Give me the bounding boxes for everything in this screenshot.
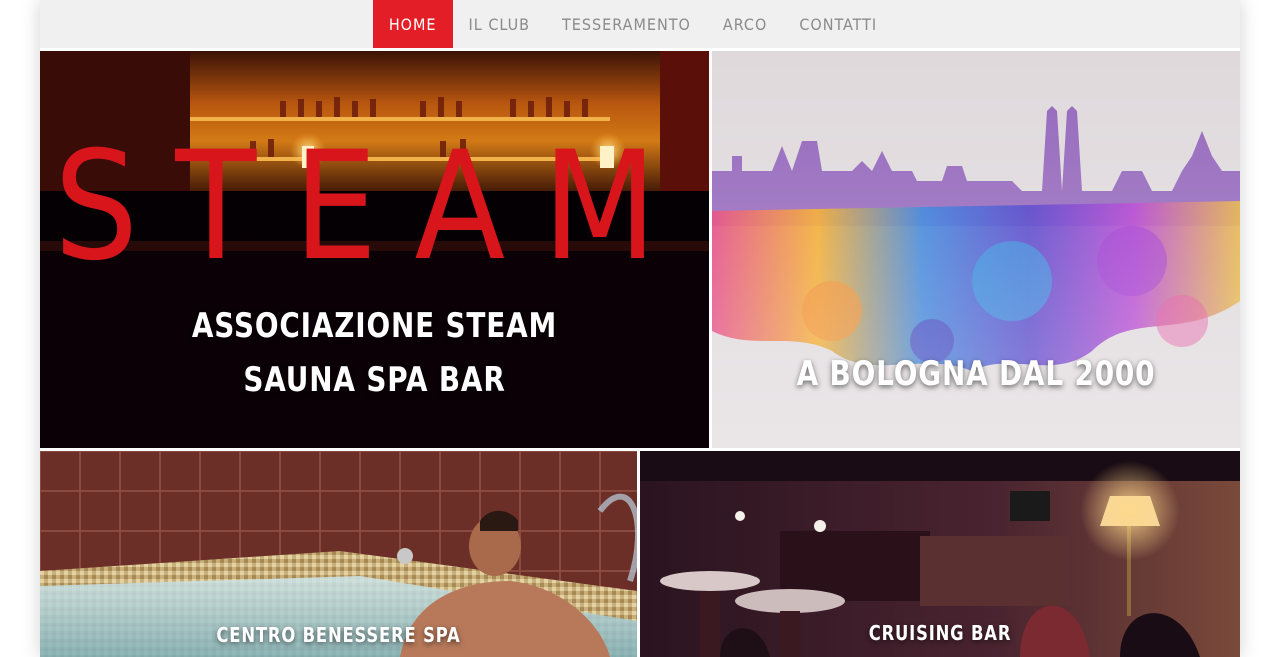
steam-tile-title: ASSOCIAZIONE STEAM SAUNA SPA BAR	[100, 299, 649, 407]
steam-logo-text: STEAM	[54, 120, 694, 294]
steam-title-line1: ASSOCIAZIONE STEAM	[191, 306, 558, 346]
tile-steam[interactable]: STEAM ASSOCIAZIONE STEAM SAUNA SPA BAR	[40, 51, 709, 448]
bologna-tile-title: A BOLOGNA DAL 2000	[796, 354, 1156, 394]
nav-item-il-club[interactable]: IL CLUB	[453, 0, 547, 48]
tile-spa[interactable]: CENTRO BENESSERE SPA	[40, 451, 637, 657]
tile-bologna[interactable]: A BOLOGNA DAL 2000	[712, 51, 1240, 448]
nav-item-arco[interactable]: ARCO	[707, 0, 783, 48]
nav-item-contatti[interactable]: CONTATTI	[783, 0, 893, 48]
bar-tile-title: CRUISING BAR	[868, 621, 1012, 645]
steam-title-line2: SAUNA SPA BAR	[243, 360, 506, 400]
nav-item-tesseramento[interactable]: TESSERAMENTO	[546, 0, 707, 48]
nav-item-home[interactable]: HOME	[372, 0, 453, 48]
nav-menu: HOME IL CLUB TESSERAMENTO ARCO CONTATTI	[372, 0, 893, 48]
page-wrapper: HOME IL CLUB TESSERAMENTO ARCO CONTATTI	[40, 0, 1240, 657]
main-nav: HOME IL CLUB TESSERAMENTO ARCO CONTATTI	[40, 0, 1240, 48]
tile-cruising-bar[interactable]: CRUISING BAR	[640, 451, 1240, 657]
spa-tile-title: CENTRO BENESSERE SPA	[216, 623, 461, 647]
